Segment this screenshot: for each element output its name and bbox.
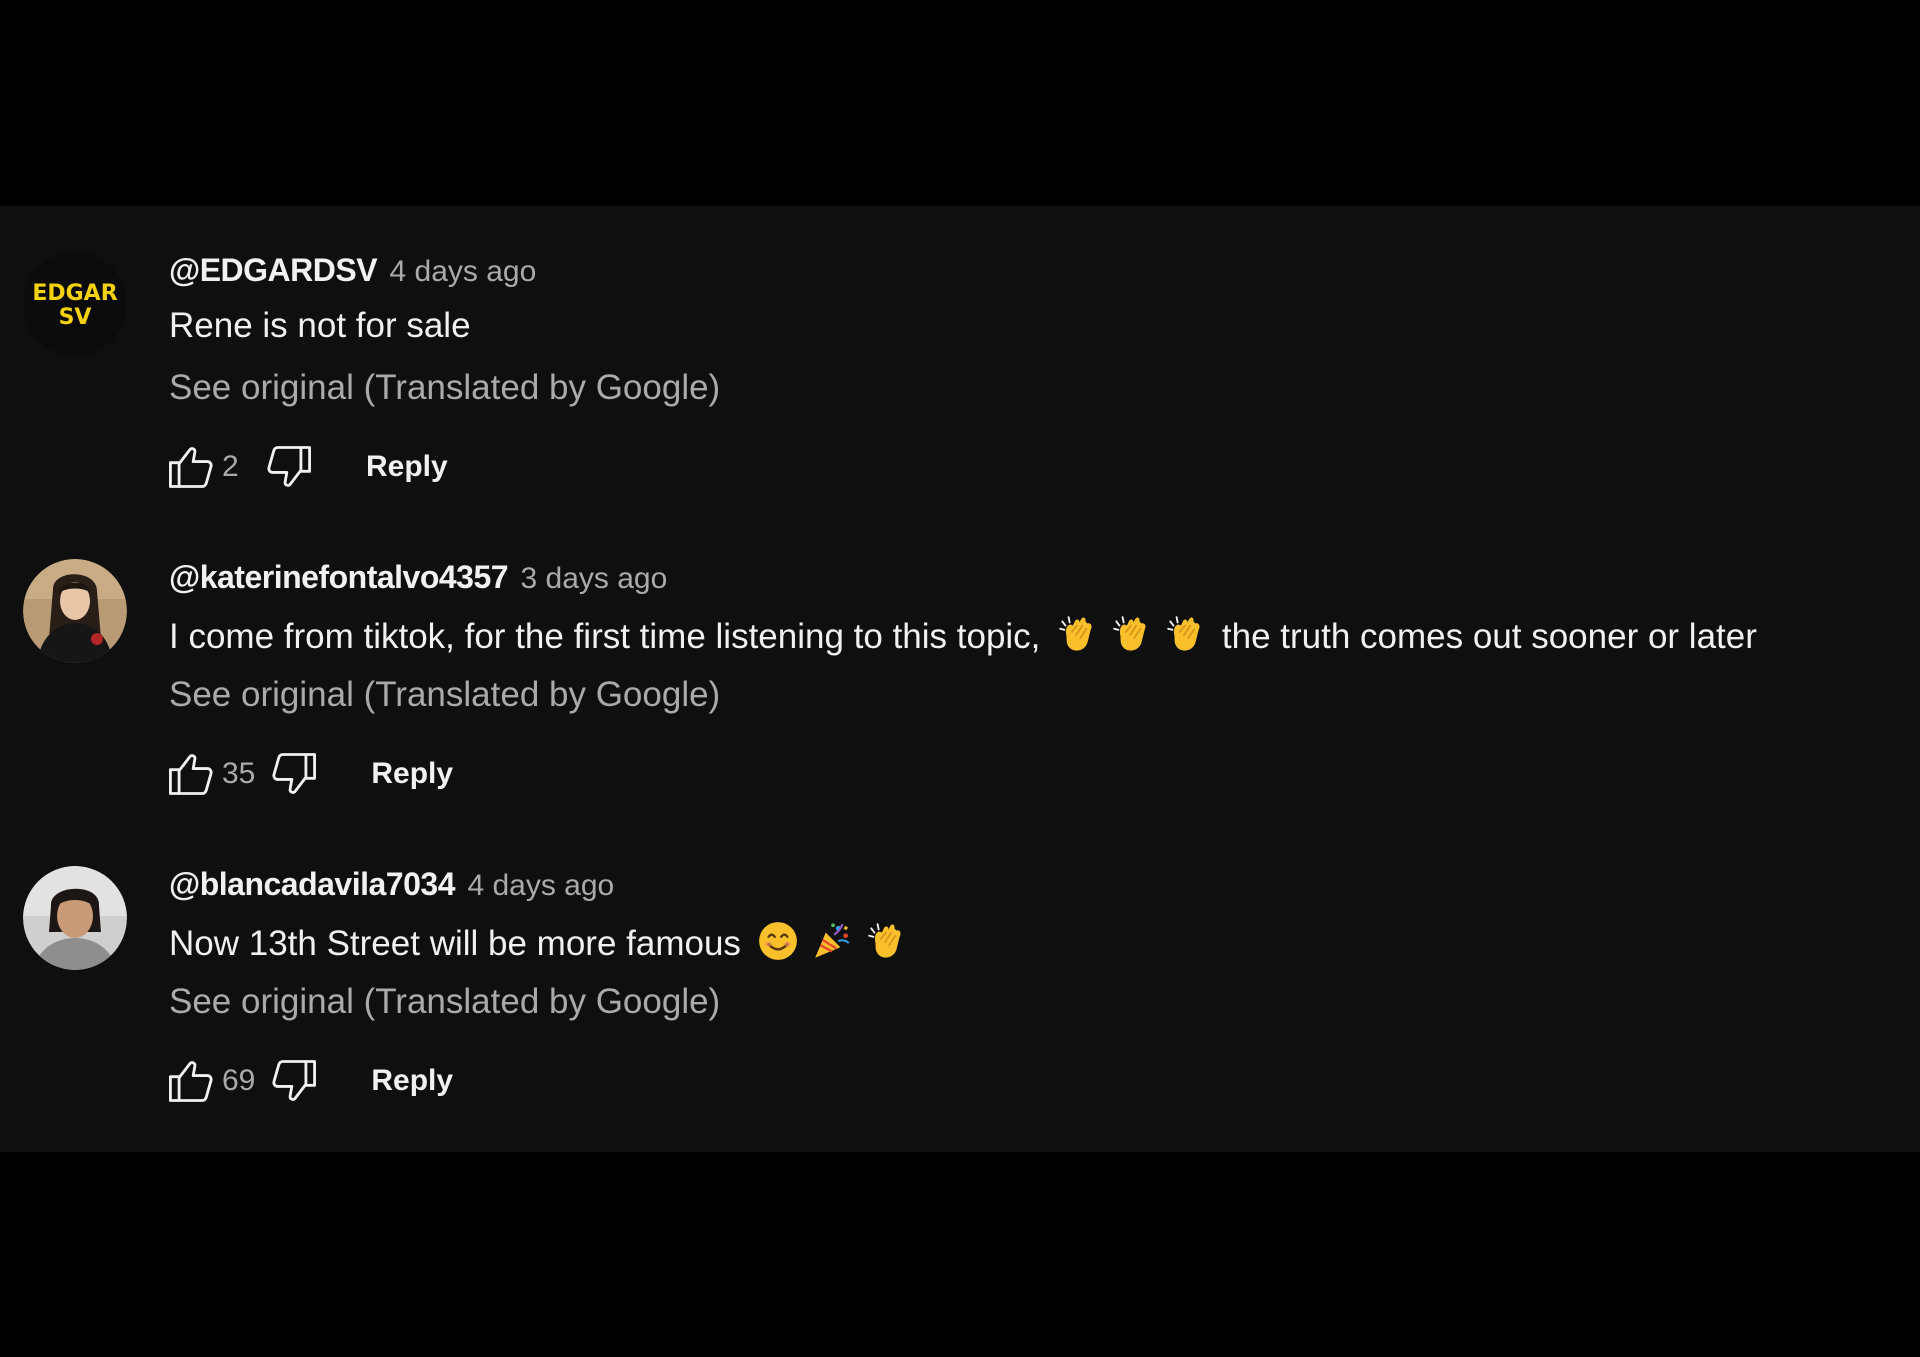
clapping-hands-icon: [865, 920, 907, 962]
user-photo-avatar: [23, 559, 127, 663]
comment-text: Rene is not for sale: [169, 306, 471, 346]
author-name[interactable]: @blancadavila7034: [169, 866, 455, 902]
clapping-hands-icon: [1110, 613, 1152, 655]
reply-button[interactable]: Reply: [371, 1064, 453, 1098]
party-popper-icon: [811, 920, 853, 962]
reply-button[interactable]: Reply: [371, 757, 453, 791]
comment-text-content: Now 13th Street will be more famous: [169, 924, 741, 963]
author-name[interactable]: @EDGARDSV: [169, 252, 378, 288]
comment-timestamp[interactable]: 4 days ago: [467, 869, 614, 902]
like-button[interactable]: [164, 1054, 218, 1108]
thumbs-down-icon: [267, 446, 311, 487]
comments-panel: EDGAR SV @EDGARDSV 4 days ago Rene is no…: [0, 206, 1920, 1152]
comment-thread: @katerinefontalvo4357 3 days ago I come …: [0, 551, 1920, 851]
comment-text: I come from tiktok, for the first time l…: [169, 613, 1757, 657]
see-original-link[interactable]: See original (Translated by Google): [169, 982, 720, 1022]
dislike-button[interactable]: [267, 1054, 321, 1108]
like-count: 2: [222, 450, 239, 483]
avatar[interactable]: [23, 866, 127, 970]
comment-thread: @blancadavila7034 4 days ago Now 13th St…: [0, 858, 1920, 1158]
smiling-face-icon: [757, 920, 799, 962]
comment-header: @katerinefontalvo4357 3 days ago: [169, 559, 667, 601]
thumbs-down-icon: [272, 753, 317, 794]
like-count: 35: [222, 757, 256, 790]
comment-timestamp[interactable]: 3 days ago: [521, 562, 668, 595]
clapping-hands-icon: [1056, 613, 1098, 655]
comment-text-content: Rene is not for sale: [169, 306, 471, 345]
comment-thread: EDGAR SV @EDGARDSV 4 days ago Rene is no…: [0, 244, 1920, 544]
see-original-link[interactable]: See original (Translated by Google): [169, 368, 720, 408]
dislike-button[interactable]: [267, 747, 321, 801]
comment-actions: 35 Reply: [164, 747, 453, 801]
comment-text: Now 13th Street will be more famous: [169, 920, 913, 964]
clapping-hands-icon: [1164, 613, 1206, 655]
user-photo-avatar: [23, 866, 127, 970]
comment-text-continuation: the truth comes out sooner or later: [1221, 617, 1757, 656]
thumbs-up-icon: [169, 447, 213, 488]
thumbs-up-icon: [169, 1061, 213, 1102]
like-count: 69: [222, 1064, 256, 1097]
avatar-logo-line2: SV: [59, 305, 92, 330]
dislike-button[interactable]: [262, 440, 316, 494]
comment-actions: 2 Reply: [164, 440, 448, 494]
avatar[interactable]: EDGAR SV: [23, 252, 127, 356]
comment-timestamp[interactable]: 4 days ago: [390, 255, 537, 288]
edgar-sv-logo-avatar: EDGAR SV: [23, 252, 127, 356]
comment-header: @blancadavila7034 4 days ago: [169, 866, 614, 908]
comment-actions: 69 Reply: [164, 1054, 453, 1108]
thumbs-down-icon: [272, 1060, 317, 1101]
like-button[interactable]: [164, 440, 218, 494]
avatar-logo-line1: EDGAR: [32, 281, 117, 306]
avatar[interactable]: [23, 559, 127, 663]
see-original-link[interactable]: See original (Translated by Google): [169, 675, 720, 715]
comment-header: @EDGARDSV 4 days ago: [169, 252, 536, 294]
reply-button[interactable]: Reply: [366, 450, 448, 484]
comment-text-content: I come from tiktok, for the first time l…: [169, 617, 1041, 656]
like-button[interactable]: [164, 747, 218, 801]
author-name[interactable]: @katerinefontalvo4357: [169, 559, 509, 595]
thumbs-up-icon: [169, 754, 213, 795]
